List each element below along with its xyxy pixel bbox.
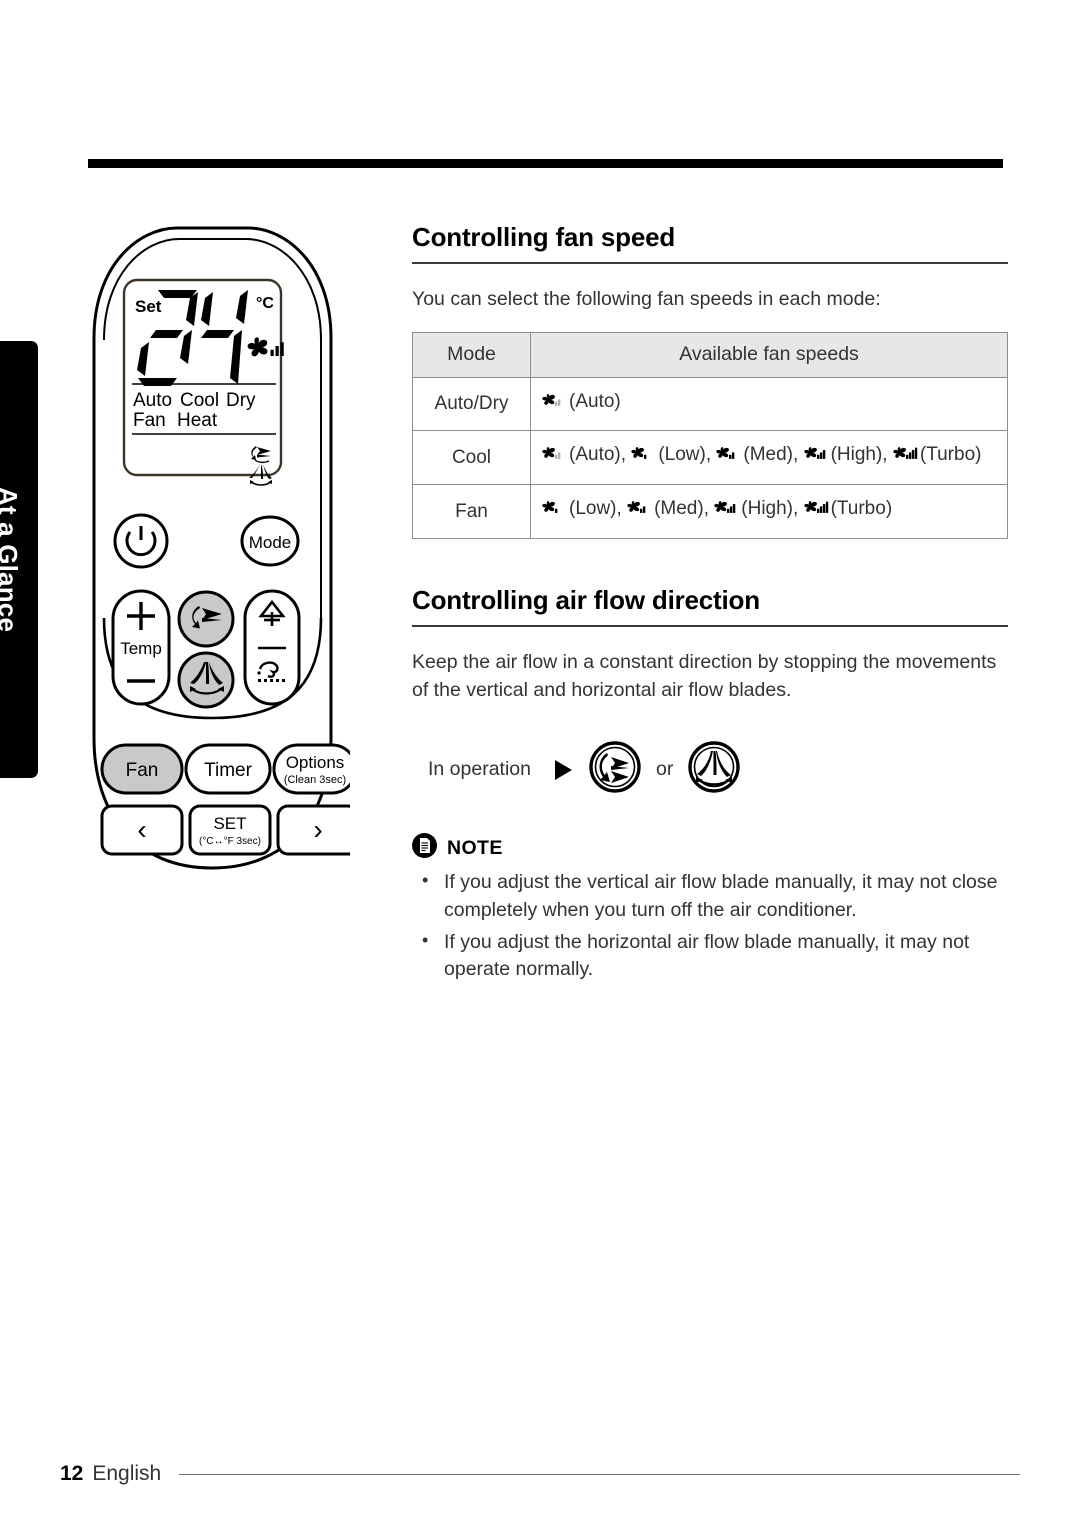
fan-speed-icon <box>716 442 742 475</box>
heading-controlling-air-flow-direction: Controlling air flow direction <box>412 584 760 615</box>
note-title: NOTE <box>447 836 503 859</box>
remote-control-illustration: Set °C Auto Cool Dry Fan Heat Mode Temp … <box>80 218 350 878</box>
fan-speed-icon <box>803 442 830 475</box>
note-item: If you adjust the vertical air flow blad… <box>412 868 1008 924</box>
svg-text:(°C↔°F 3sec): (°C↔°F 3sec) <box>199 836 261 847</box>
section-tab-at-a-glance: At a Glance <box>0 341 38 778</box>
horizontal-swing-icon <box>687 740 741 799</box>
vertical-swing-icon <box>588 740 642 799</box>
or-label: or <box>656 758 674 781</box>
table-cell-fan-speeds: (Auto), (Low), (Med), (High), (Turbo) <box>530 430 1008 486</box>
table-row: Cool (Auto), (Low), (Med), (High), (Turb… <box>412 430 1008 486</box>
note-document-icon <box>412 833 437 863</box>
fan-speed-icon <box>714 496 740 529</box>
table-cell-fan-speeds: (Low), (Med), (High), (Turbo) <box>530 484 1008 539</box>
svg-text:°C: °C <box>256 295 274 312</box>
heading-controlling-fan-speed: Controlling fan speed <box>412 222 676 252</box>
footer-rule <box>179 1473 1020 1475</box>
svg-text:Heat: Heat <box>177 410 218 431</box>
note-item: If you adjust the horizontal air flow bl… <box>412 928 1008 984</box>
table-row: Auto/Dry (Auto) <box>412 376 1008 432</box>
svg-text:‹: ‹ <box>137 814 146 845</box>
svg-text:Temp: Temp <box>120 639 162 658</box>
note-items: If you adjust the vertical air flow blad… <box>412 868 1008 984</box>
fan-speed-icon <box>631 442 657 475</box>
table-cell-mode: Cool <box>412 430 531 486</box>
table-cell-fan-speeds: (Auto) <box>530 376 1008 432</box>
page-top-rule <box>88 159 1003 168</box>
note-block: NOTE If you adjust the vertical air flow… <box>412 833 1008 984</box>
table-cell-mode: Auto/Dry <box>412 376 531 432</box>
svg-text:Set: Set <box>135 297 162 316</box>
main-content: Controlling fan speed You can select the… <box>412 222 1008 988</box>
svg-text:Timer: Timer <box>204 760 253 781</box>
manual-page: At a Glance Set <box>0 0 1080 1532</box>
svg-text:Fan: Fan <box>133 410 166 431</box>
fan-speed-intro: You can select the following fan speeds … <box>412 288 881 310</box>
svg-text:Cool: Cool <box>180 390 219 411</box>
fan-speed-icon <box>803 496 830 529</box>
page-footer: 12 English <box>60 1462 1020 1486</box>
page-language: English <box>92 1462 162 1485</box>
svg-text:(Clean 3sec): (Clean 3sec) <box>284 774 346 786</box>
in-operation-label: In operation <box>428 758 531 781</box>
note-header: NOTE <box>412 833 1008 863</box>
fan-speed-icon <box>627 496 653 529</box>
fan-speed-table: Mode Available fan speeds Auto/Dry (Auto… <box>412 331 1008 539</box>
svg-text:Fan: Fan <box>126 760 159 781</box>
fan-speed-table-body: Auto/Dry (Auto) Cool (Auto), (Low), (Med)… <box>412 376 1008 539</box>
page-number: 12 <box>60 1462 84 1485</box>
section-tab-label: At a Glance <box>0 486 24 633</box>
heading-underline-2 <box>412 624 1008 627</box>
table-header-row: Mode Available fan speeds <box>412 331 1008 378</box>
svg-text:Auto: Auto <box>133 390 172 411</box>
svg-text:Options: Options <box>286 753 345 772</box>
fan-speed-icon <box>542 389 568 422</box>
svg-text:›: › <box>313 814 322 845</box>
fan-speed-icon <box>542 496 568 529</box>
fan-speed-icon <box>542 442 568 475</box>
arrow-right-icon <box>555 759 572 780</box>
svg-text:Mode: Mode <box>249 533 292 552</box>
svg-text:Dry: Dry <box>226 390 256 411</box>
column-header-available-fan-speeds: Available fan speeds <box>530 331 1008 378</box>
heading-underline <box>412 262 1008 264</box>
svg-text:SET: SET <box>213 814 246 833</box>
air-flow-intro: Keep the air flow in a constant directio… <box>412 650 997 701</box>
table-cell-mode: Fan <box>412 484 531 539</box>
fan-speed-icon <box>893 442 919 475</box>
table-row: Fan (Low), (Med), (High), (Turbo) <box>412 484 1008 539</box>
column-header-mode: Mode <box>412 331 531 378</box>
in-operation-row: In operation or <box>428 740 1008 799</box>
